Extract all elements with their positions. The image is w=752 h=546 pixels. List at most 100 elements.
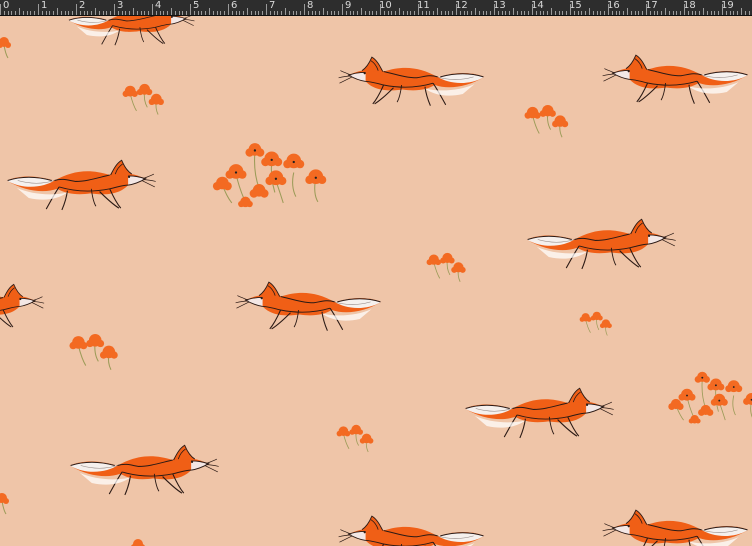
ruler-tick: [475, 8, 476, 15]
ruler-tick: [703, 8, 704, 15]
ruler-tick: [676, 11, 678, 15]
ruler-tick: [3, 11, 5, 15]
ruler-tick: [216, 11, 218, 15]
ruler-tick: [399, 8, 400, 15]
ruler-tick: [661, 11, 663, 15]
ruler-tick: [201, 11, 203, 15]
ruler-tick: [19, 8, 20, 15]
poppy-cluster-right-large: [667, 371, 752, 424]
ruler-tick: [357, 11, 359, 15]
ruler-tick: [547, 11, 549, 15]
ruler-tick: [741, 8, 742, 15]
ruler-tick: [64, 11, 66, 15]
ruler-tick: [680, 11, 682, 15]
fox-edge-left: [0, 283, 45, 330]
ruler-tick: [570, 4, 571, 15]
ruler-tick: [266, 4, 267, 15]
ruler-tick: [167, 11, 169, 15]
fox-bottom-center: [338, 515, 485, 546]
ruler-tick: [110, 11, 112, 15]
ruler-tick: [95, 8, 96, 15]
poppy-cluster-bottom-small: [336, 424, 374, 453]
ruler-tick: [383, 11, 385, 15]
ruler-tick: [288, 11, 290, 15]
ruler-tick: [577, 11, 579, 15]
ruler-tick: [604, 11, 606, 15]
ruler-tick: [342, 4, 343, 15]
ruler-tick: [41, 11, 43, 15]
ruler-tick: [509, 11, 511, 15]
top-ruler[interactable]: 0 1 2 3 4 5 6 7 8 9 10 11 12 13 14 15 16…: [0, 0, 752, 16]
ruler-tick: [722, 4, 723, 15]
ruler-tick: [11, 11, 13, 15]
ruler-tick: [155, 11, 157, 15]
ruler-tick: [338, 11, 340, 15]
ruler-tick: [494, 4, 495, 15]
poppy-cluster-right-small: [579, 311, 613, 336]
ruler-tick: [638, 11, 640, 15]
ruler-tick: [133, 8, 134, 15]
fox-bottom-left: [69, 444, 220, 496]
ruler-tick: [285, 8, 286, 15]
ruler-tick: [68, 11, 70, 15]
ruler-tick: [463, 11, 465, 15]
ruler-tick: [672, 11, 674, 15]
ruler-tick: [121, 11, 123, 15]
ruler-tick: [349, 11, 351, 15]
pattern-preview-window: 0 1 2 3 4 5 6 7 8 9 10 11 12 13 14 15 16…: [0, 0, 752, 546]
ruler-tick: [387, 11, 389, 15]
ruler-tick: [725, 11, 727, 15]
ruler-tick: [543, 11, 545, 15]
ruler-tick: [600, 11, 602, 15]
ruler-tick: [410, 11, 412, 15]
ruler-tick: [490, 11, 492, 15]
ruler-label-9: 9: [345, 0, 352, 11]
fox-top-right: [602, 54, 749, 105]
ruler-label-2: 2: [79, 0, 86, 11]
ruler-label-6: 6: [231, 0, 238, 11]
ruler-tick: [334, 11, 336, 15]
ruler-tick: [505, 11, 507, 15]
ruler-tick: [76, 4, 77, 15]
ruler-tick: [695, 11, 697, 15]
ruler-tick: [136, 11, 138, 15]
ruler-tick: [49, 11, 51, 15]
ruler-label-7: 7: [269, 0, 276, 11]
ruler-tick: [589, 8, 590, 15]
ruler-tick: [79, 11, 81, 15]
ruler-tick: [532, 4, 533, 15]
ruler-tick: [159, 11, 161, 15]
ruler-tick: [627, 8, 628, 15]
ruler-label-3: 3: [117, 0, 124, 11]
ruler-tick: [174, 11, 176, 15]
ruler-tick: [744, 11, 746, 15]
ruler-label-0: 0: [3, 0, 10, 11]
ruler-tick: [634, 11, 636, 15]
ruler-tick: [83, 11, 85, 15]
ruler-tick: [611, 11, 613, 15]
ruler-tick: [558, 11, 560, 15]
ruler-tick: [710, 11, 712, 15]
ruler-tick: [182, 11, 184, 15]
ruler-tick: [668, 11, 670, 15]
ruler-tick: [706, 11, 708, 15]
ruler-tick: [243, 11, 245, 15]
ruler-tick: [129, 11, 131, 15]
ruler-tick: [748, 11, 750, 15]
ruler-tick: [254, 11, 256, 15]
ruler-tick: [566, 11, 568, 15]
ruler-tick: [414, 11, 416, 15]
fox-lower-right: [464, 387, 615, 439]
ruler-tick: [45, 11, 47, 15]
ruler-tick: [57, 8, 58, 15]
ruler-tick: [653, 11, 655, 15]
ruler-tick: [684, 4, 685, 15]
ruler-tick: [421, 11, 423, 15]
ruler-tick: [501, 11, 503, 15]
ruler-tick: [304, 4, 305, 15]
ruler-tick: [345, 11, 347, 15]
poppy-cluster-large-center: [212, 142, 327, 208]
ruler-tick: [315, 11, 317, 15]
ruler-tick: [729, 11, 731, 15]
ruler-tick: [178, 11, 180, 15]
